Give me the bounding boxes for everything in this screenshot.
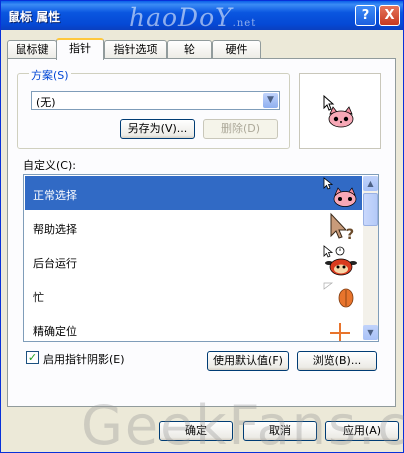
scroll-thumb[interactable]	[363, 193, 378, 226]
browse-button[interactable]: 浏览(B)...	[297, 351, 377, 371]
delete-button[interactable]: 删除(D)	[203, 119, 278, 139]
title-bar[interactable]: 鼠标 属性 haoDoY.net ? X	[1, 1, 403, 32]
apply-button[interactable]: 应用(A)	[325, 421, 399, 441]
tab-pointers[interactable]: 指针	[56, 38, 104, 60]
enable-pointer-shadow-checkbox[interactable]: ✓	[26, 351, 39, 364]
list-item-label: 帮助选择	[33, 223, 77, 236]
enable-pointer-shadow-label: 启用指针阴影(E)	[43, 353, 125, 366]
list-item[interactable]: 精确定位	[25, 312, 362, 341]
list-item-label: 忙	[33, 291, 44, 304]
site-watermark: haoDoY.net	[129, 3, 257, 32]
cat-cursor-preview-icon	[323, 94, 354, 128]
use-default-button[interactable]: 使用默认值(F)	[207, 351, 289, 371]
customize-label: 自定义(C):	[23, 159, 76, 172]
scheme-value: (无)	[36, 96, 56, 109]
scheme-label: 方案(S)	[29, 67, 71, 83]
busy-icon	[323, 282, 354, 308]
list-item[interactable]: 忙	[25, 278, 362, 312]
list-item[interactable]: 后台运行	[25, 244, 362, 278]
tab-hardware[interactable]: 硬件	[212, 40, 261, 59]
svg-text:?: ?	[346, 227, 354, 243]
cursor-list[interactable]: 正常选择 帮助选择 ? 后台运行 忙 精确定位 ▲ ▼	[23, 174, 379, 342]
working-in-background-icon	[323, 245, 357, 276]
tab-pointer-options[interactable]: 指针选项	[104, 40, 167, 59]
cancel-button[interactable]: 取消	[243, 421, 317, 441]
list-item-label: 精确定位	[33, 325, 77, 338]
help-select-icon: ?	[330, 212, 354, 243]
cat-normal-select-icon	[323, 177, 357, 207]
mouse-properties-dialog: 鼠标 属性 haoDoY.net ? X 鼠标键 指针 指针选项 轮 硬件 方案…	[0, 0, 404, 453]
scroll-down-icon[interactable]: ▼	[363, 325, 378, 340]
list-item-label: 正常选择	[33, 189, 77, 202]
tab-buttons[interactable]: 鼠标键	[7, 40, 57, 59]
close-button[interactable]: X	[379, 5, 400, 26]
scheme-dropdown[interactable]: (无) ▼	[31, 91, 280, 110]
scroll-up-icon[interactable]: ▲	[363, 176, 378, 191]
help-button[interactable]: ?	[355, 5, 376, 26]
list-item[interactable]: 帮助选择 ?	[25, 210, 362, 244]
ok-button[interactable]: 确定	[159, 421, 233, 441]
chevron-down-icon[interactable]: ▼	[263, 93, 278, 108]
list-scrollbar[interactable]: ▲ ▼	[363, 176, 378, 340]
save-as-button[interactable]: 另存为(V)...	[120, 119, 195, 139]
list-item-label: 后台运行	[33, 257, 77, 270]
window-title: 鼠标 属性	[8, 10, 61, 24]
list-item[interactable]: 正常选择	[25, 176, 362, 210]
precision-select-icon	[330, 323, 350, 341]
cursor-preview	[299, 73, 381, 149]
tab-wheel[interactable]: 轮	[167, 40, 212, 59]
